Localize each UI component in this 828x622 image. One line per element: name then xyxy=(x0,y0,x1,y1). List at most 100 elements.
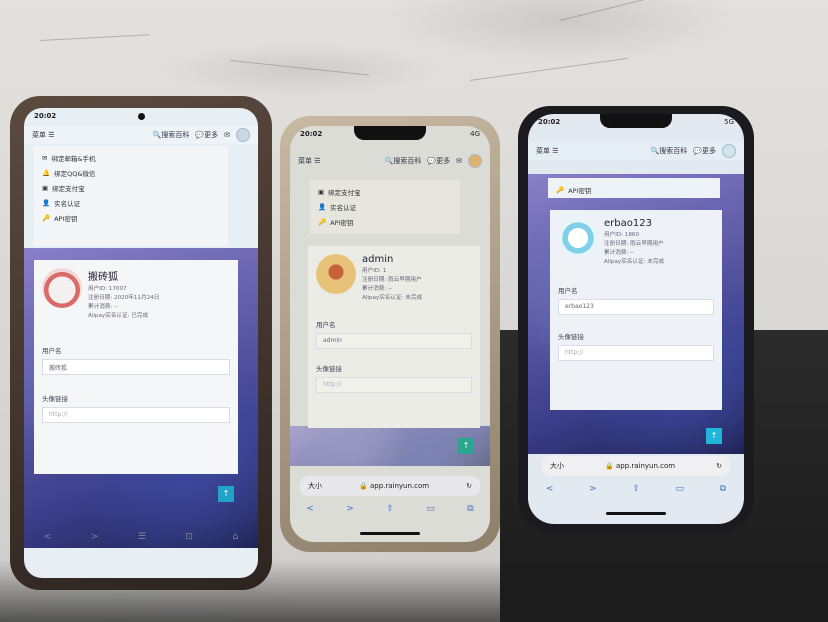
user-avatar[interactable] xyxy=(236,128,250,142)
phone-left: 20:02 菜单 ☰ 🔍搜索百科 💬更多 ✉ ✉ 绑定邮箱&手机 🔔 绑定QQ&微信… xyxy=(10,96,272,590)
android-nav: < > ☰ ⊡ ⌂ xyxy=(24,532,258,552)
mail-icon[interactable]: ✉ xyxy=(456,157,462,165)
profile-card: admin 用户ID: 1 注册日期: 雨云早期用户 累计消费: -- Alip… xyxy=(308,246,480,428)
status-bar: 20:02 xyxy=(24,108,258,124)
user-avatar[interactable] xyxy=(468,154,482,168)
menu-item-label: API密钥 xyxy=(54,214,78,223)
scroll-top-button[interactable]: ↑ xyxy=(218,486,234,502)
phone-center: 20:02 4G 菜单 ☰ 🔍搜索百科 💬更多 ✉ ▣ 绑定支付宝 👤 实名认证 🔑… xyxy=(280,116,500,552)
back-button[interactable]: < xyxy=(44,532,52,552)
back-button[interactable]: < xyxy=(546,484,554,494)
network-label: 5G xyxy=(724,118,734,126)
profile-id: 用户ID: 1860 xyxy=(604,232,640,238)
menu-item-label: API密钥 xyxy=(330,218,354,227)
mail-icon[interactable]: ✉ xyxy=(224,131,230,139)
browser-toolbar: < > ⇧ ▭ ⧉ xyxy=(290,504,490,514)
scroll-top-button[interactable]: ↑ xyxy=(706,428,722,444)
tabs-icon[interactable]: ⊡ xyxy=(185,532,193,552)
menu-item[interactable]: ▣ 绑定支付宝 xyxy=(318,184,452,199)
profile-verify: Alipay实名认证: 已完成 xyxy=(88,313,149,319)
menu-item-label: 绑定支付宝 xyxy=(328,188,361,197)
home-icon[interactable]: ⌂ xyxy=(232,532,238,552)
username-input[interactable]: admin xyxy=(316,333,472,349)
notch xyxy=(354,126,426,140)
key-icon: 🔑 xyxy=(42,213,51,222)
status-time: 20:02 xyxy=(538,118,561,126)
reload-icon[interactable]: ↻ xyxy=(466,482,472,490)
bookmarks-icon[interactable]: ▭ xyxy=(675,484,684,494)
profile-avatar xyxy=(558,218,598,258)
avatar-url-label: 头像链接 xyxy=(42,395,68,403)
back-button[interactable]: < xyxy=(306,504,314,514)
search-link[interactable]: 🔍搜索百科 xyxy=(153,130,190,140)
share-icon[interactable]: ⇧ xyxy=(632,484,640,494)
bookmarks-icon[interactable]: ▭ xyxy=(426,504,435,514)
profile-verify: Alipay实名认证: 未完成 xyxy=(362,295,423,301)
profile-spend: 累计消费: -- xyxy=(604,250,635,256)
status-bar: 20:02 5G xyxy=(528,114,744,130)
menu-icon[interactable]: ☰ xyxy=(138,532,146,552)
key-icon: 🔑 xyxy=(318,217,327,226)
username-input[interactable]: 搬砖狐 xyxy=(42,359,230,375)
search-link[interactable]: 🔍搜索百科 xyxy=(385,156,422,166)
browser-toolbar: < > ⇧ ▭ ⧉ xyxy=(528,484,744,494)
tabs-icon[interactable]: ⧉ xyxy=(720,484,726,494)
home-indicator xyxy=(360,532,420,535)
menu-item-label: 绑定邮箱&手机 xyxy=(51,154,96,163)
menu-item[interactable]: 🔑 API密钥 xyxy=(318,214,452,229)
key-icon: 🔑 xyxy=(556,185,565,194)
menu-item[interactable]: 👤 实名认证 xyxy=(318,199,452,214)
forward-button[interactable]: > xyxy=(346,504,354,514)
profile-reg-date: 注册日期: 2020年11月24日 xyxy=(88,295,160,301)
menu-button[interactable]: 菜单 ☰ xyxy=(536,146,559,156)
username-input[interactable]: erbao123 xyxy=(558,299,714,315)
menu-item-label: 绑定支付宝 xyxy=(52,184,85,193)
notch xyxy=(600,114,672,128)
bell-icon: 🔔 xyxy=(42,168,51,177)
more-link[interactable]: 💬更多 xyxy=(195,130,218,140)
phone-right: 20:02 5G 菜单 ☰ 🔍搜索百科 💬更多 🔑 API密钥 erbao123 … xyxy=(518,106,754,532)
tabs-icon[interactable]: ⧉ xyxy=(467,504,473,514)
user-menu: 🔑 API密钥 xyxy=(548,178,720,198)
menu-item[interactable]: ▣ 绑定支付宝 xyxy=(42,180,220,195)
menu-item[interactable]: ✉ 绑定邮箱&手机 xyxy=(42,150,220,165)
search-link[interactable]: 🔍搜索百科 xyxy=(651,146,688,156)
site-topbar: 菜单 ☰ 🔍搜索百科 💬更多 ✉ xyxy=(24,126,258,144)
menu-item-label: 实名认证 xyxy=(54,199,81,208)
reload-icon[interactable]: ↻ xyxy=(716,462,722,470)
menu-item[interactable]: 🔑 API密钥 xyxy=(42,210,220,225)
user-avatar[interactable] xyxy=(722,144,736,158)
forward-button[interactable]: > xyxy=(589,484,597,494)
url-text: 🔒 app.rainyun.com xyxy=(359,482,430,490)
browser-url-bar[interactable]: 大小 🔒 app.rainyun.com ↻ xyxy=(300,476,480,496)
text-size-button[interactable]: 大小 xyxy=(550,461,564,471)
home-indicator xyxy=(606,512,666,515)
menu-item[interactable]: 🔔 绑定QQ&微信 xyxy=(42,165,220,180)
menu-item-label: 实名认证 xyxy=(330,203,357,212)
avatar-url-input[interactable]: http:// xyxy=(42,407,230,423)
user-icon: 👤 xyxy=(318,202,327,211)
profile-reg-date: 注册日期: 雨云早期用户 xyxy=(604,241,664,247)
forward-button[interactable]: > xyxy=(91,532,99,552)
avatar-url-input[interactable]: http:// xyxy=(558,345,714,361)
profile-avatar xyxy=(42,268,82,308)
text-size-button[interactable]: 大小 xyxy=(308,481,322,491)
browser-url-bar[interactable]: 大小 🔒 app.rainyun.com ↻ xyxy=(542,456,730,476)
profile-spend: 累计消费: -- xyxy=(88,304,119,310)
menu-button[interactable]: 菜单 ☰ xyxy=(32,130,55,140)
profile-name: 搬砖狐 xyxy=(88,272,118,283)
url-text: 🔒 app.rainyun.com xyxy=(605,462,676,470)
share-icon[interactable]: ⇧ xyxy=(386,504,394,514)
network-label: 4G xyxy=(470,130,480,138)
scroll-top-button[interactable]: ↑ xyxy=(458,438,474,454)
menu-button[interactable]: 菜单 ☰ xyxy=(298,156,321,166)
username-label: 用户名 xyxy=(42,347,62,355)
menu-item[interactable]: 👤 实名认证 xyxy=(42,195,220,210)
more-link[interactable]: 💬更多 xyxy=(693,146,716,156)
menu-item[interactable]: 🔑 API密钥 xyxy=(556,182,712,197)
avatar-url-label: 头像链接 xyxy=(316,365,342,373)
site-topbar: 菜单 ☰ 🔍搜索百科 💬更多 ✉ xyxy=(290,152,490,170)
user-icon: 👤 xyxy=(42,198,51,207)
more-link[interactable]: 💬更多 xyxy=(427,156,450,166)
avatar-url-input[interactable]: http:// xyxy=(316,377,472,393)
